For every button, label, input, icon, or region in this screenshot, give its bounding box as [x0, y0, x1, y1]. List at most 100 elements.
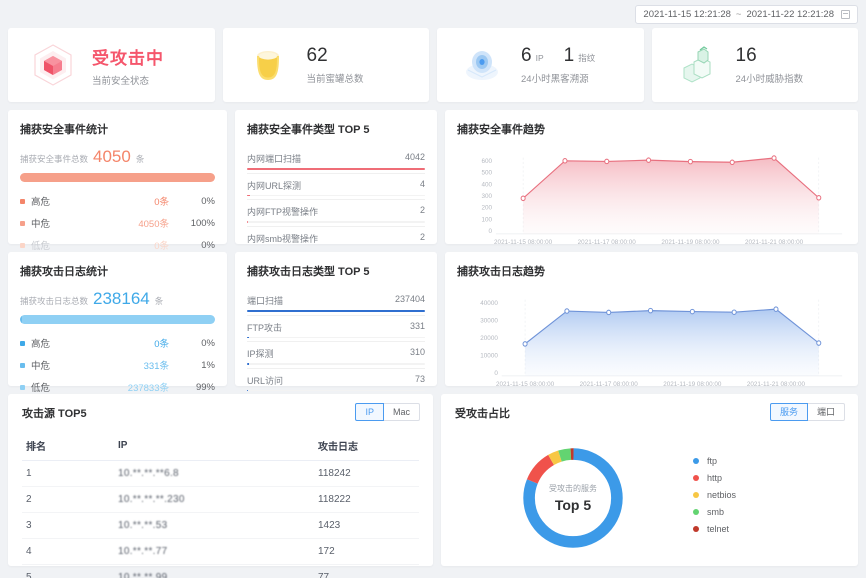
- severity-name-medium: 中危: [31, 216, 107, 230]
- log-type-item[interactable]: URL访问 73: [247, 369, 425, 396]
- cell-logs: 118222: [314, 487, 419, 513]
- panel-event-stats: 捕获安全事件统计 捕获安全事件总数 4050 条 高危 0条 0% 中危 405…: [8, 110, 227, 244]
- severity-count-low: 0条: [107, 238, 169, 252]
- hacker-trace-ip-unit: IP: [536, 53, 544, 63]
- log-type-item[interactable]: 端口扫描 237404: [247, 289, 425, 316]
- legend-item-smb[interactable]: smb: [693, 507, 736, 517]
- log-stats-row-medium: 中危 331条 1%: [20, 354, 215, 376]
- kpi-card-security-status[interactable]: 受攻击中 当前安全状态: [8, 28, 215, 102]
- attacked-ratio-donut[interactable]: 受攻击的服务 Top 5: [515, 440, 631, 556]
- panel-attack-source: 攻击源 TOP5 IP Mac 排名 IP 攻击日志 1 10.**.**.**…: [8, 394, 433, 566]
- ytick: 200: [481, 205, 492, 212]
- log-type-value: 237404: [395, 294, 425, 307]
- donut-center-sub: 受攻击的服务: [549, 483, 597, 494]
- cell-rank: 3: [22, 513, 114, 539]
- legend-item-http[interactable]: http: [693, 473, 736, 483]
- cell-logs: 77: [314, 565, 419, 578]
- toggle-option-port[interactable]: 端口: [808, 403, 845, 421]
- kpi-card-hacker-trace[interactable]: 6 IP 1 指纹 24小时黑客溯源: [437, 28, 644, 102]
- cell-logs: 172: [314, 539, 419, 565]
- log-stats-total-value: 238164: [93, 289, 150, 309]
- legend-dot-smb: [693, 509, 699, 515]
- event-type-value: 4: [420, 179, 425, 192]
- log-type-line: 端口扫描 237404: [247, 294, 425, 307]
- legend-item-telnet[interactable]: telnet: [693, 524, 736, 534]
- kpi-card-threat-index[interactable]: 16 24小时威胁指数: [652, 28, 859, 102]
- severity-percent-high: 0%: [169, 196, 215, 207]
- table-row[interactable]: 4 10.**.**.77 172: [22, 539, 419, 565]
- severity-name-low: 低危: [31, 380, 107, 394]
- log-type-value: 73: [415, 374, 425, 387]
- attack-log-row: 捕获攻击日志统计 捕获攻击日志总数 238164 条 高危 0条 0% 中危 3…: [8, 252, 858, 386]
- legend-item-netbios[interactable]: netbios: [693, 490, 736, 500]
- event-type-bar: [247, 221, 425, 223]
- table-row[interactable]: 2 10.**.**.**.230 118222: [22, 487, 419, 513]
- log-type-name: FTP攻击: [247, 321, 282, 334]
- xtick: 2021-11-19 08:00:00: [661, 239, 720, 246]
- log-type-bar: [247, 363, 425, 365]
- log-type-line: URL访问 73: [247, 374, 425, 387]
- cell-ip[interactable]: 10.**.**.**.230: [114, 487, 314, 513]
- security-status-title: 受攻击中: [92, 44, 164, 69]
- legend-item-ftp[interactable]: ftp: [693, 456, 736, 466]
- event-type-item[interactable]: 内网FTP视警操作 2: [247, 200, 425, 227]
- ytick: 0: [494, 370, 498, 377]
- cell-ip[interactable]: 10.**.**.53: [114, 513, 314, 539]
- attacked-ratio-toggle[interactable]: 服务 端口: [770, 403, 845, 421]
- bottom-row: 攻击源 TOP5 IP Mac 排名 IP 攻击日志 1 10.**.**.**…: [8, 394, 858, 566]
- event-stats-title: 捕获安全事件统计: [20, 121, 215, 137]
- hacker-trace-fingerprint-unit: 指纹: [578, 52, 595, 64]
- toggle-option-service[interactable]: 服务: [770, 403, 808, 421]
- event-type-item[interactable]: 内网URL探测 4: [247, 174, 425, 201]
- table-row[interactable]: 1 10.**.**.**6.8 118242: [22, 461, 419, 487]
- security-status-sub: 当前安全状态: [92, 73, 164, 87]
- severity-count-medium: 331条: [107, 358, 169, 372]
- cell-ip[interactable]: 10.**.**.99: [114, 565, 314, 578]
- log-type-name: 端口扫描: [247, 294, 283, 307]
- log-type-item[interactable]: IP探测 310: [247, 342, 425, 369]
- column-header-ip: IP: [114, 431, 314, 461]
- event-stats-total-unit: 条: [136, 153, 145, 165]
- log-trend-chart[interactable]: 40000 30000 20000 10000 0 2021-11-15 08:…: [457, 289, 846, 395]
- cell-ip[interactable]: 10.**.**.77: [114, 539, 314, 565]
- cell-ip[interactable]: 10.**.**.**6.8: [114, 461, 314, 487]
- event-type-item[interactable]: 内网smb视警操作 2: [247, 227, 425, 245]
- attack-source-toggle[interactable]: IP Mac: [355, 403, 420, 421]
- event-stats-row-medium: 中危 4050条 100%: [20, 212, 215, 234]
- log-type-line: IP探测 310: [247, 347, 425, 360]
- log-type-name: URL访问: [247, 374, 283, 387]
- date-range-bar: 2021-11-15 12:21:28 ~ 2021-11-22 12:21:2…: [8, 0, 858, 28]
- radar-locate-icon: [459, 42, 505, 88]
- event-type-line: 内网FTP视警操作 2: [247, 205, 425, 218]
- panel-attacked-ratio: 受攻击占比 服务 端口 受攻击的服务 Top 5: [441, 394, 858, 566]
- log-stats-title: 捕获攻击日志统计: [20, 263, 215, 279]
- log-type-bar: [247, 337, 425, 339]
- xtick: 2021-11-17 08:00:00: [578, 239, 637, 246]
- severity-dot-high: [20, 199, 25, 204]
- cell-logs: 118242: [314, 461, 419, 487]
- severity-count-high: 0条: [107, 194, 169, 208]
- toggle-option-ip[interactable]: IP: [355, 403, 384, 421]
- table-row[interactable]: 3 10.**.**.53 1423: [22, 513, 419, 539]
- event-types-title: 捕获安全事件类型 TOP 5: [247, 121, 425, 137]
- kpi-card-honeypot-total[interactable]: 62 当前蜜罐总数: [223, 28, 430, 102]
- event-stats-bar-segment-medium: [20, 173, 215, 182]
- cell-rank: 2: [22, 487, 114, 513]
- event-type-name: 内网URL探测: [247, 179, 301, 192]
- panel-log-trend: 捕获攻击日志趋势: [445, 252, 858, 386]
- kpi-main-threat-index: 16: [736, 45, 804, 67]
- donut-center-label: 受攻击的服务 Top 5: [515, 440, 631, 556]
- severity-count-high: 0条: [107, 336, 169, 350]
- donut-chart-area: 受攻击的服务 Top 5 ftp http netbios: [455, 431, 844, 565]
- event-type-bar: [247, 168, 425, 170]
- date-range-picker[interactable]: 2021-11-15 12:21:28 ~ 2021-11-22 12:21:2…: [635, 5, 858, 24]
- event-type-item[interactable]: 内网端口扫描 4042: [247, 147, 425, 174]
- severity-name-low: 低危: [31, 238, 107, 252]
- toggle-option-mac[interactable]: Mac: [384, 403, 420, 421]
- table-row[interactable]: 5 10.**.**.99 77: [22, 565, 419, 578]
- honeypot-total-value: 62: [307, 45, 328, 67]
- legend-label-netbios: netbios: [707, 490, 736, 500]
- log-type-item[interactable]: FTP攻击 331: [247, 316, 425, 343]
- event-trend-chart[interactable]: 600 500 400 300 200 100 0 2021-11-15 08:…: [457, 147, 846, 253]
- kpi-text-hacker-trace: 6 IP 1 指纹 24小时黑客溯源: [521, 45, 595, 85]
